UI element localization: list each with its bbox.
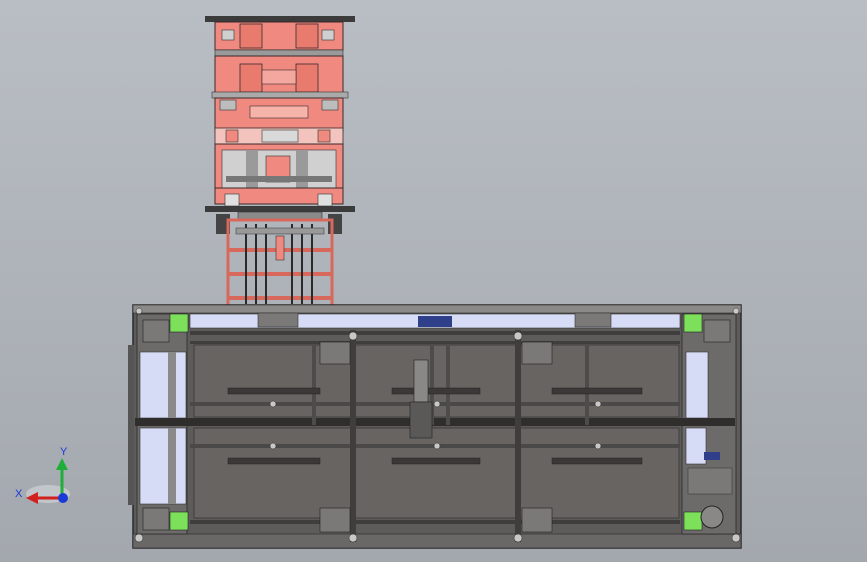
- upper-tower-assembly[interactable]: [205, 16, 355, 234]
- coordinate-triad: Y X: [15, 446, 70, 504]
- lift-column-assembly[interactable]: [226, 218, 334, 308]
- z-axis-dot: [58, 493, 68, 503]
- cad-model-drawing: Y X: [15, 16, 742, 549]
- y-axis-arrowhead: [56, 458, 68, 470]
- base-frame-assembly[interactable]: [128, 304, 742, 549]
- x-axis-label: X: [15, 488, 23, 500]
- cad-viewport[interactable]: Y X: [0, 0, 867, 562]
- y-axis-label: Y: [60, 446, 68, 458]
